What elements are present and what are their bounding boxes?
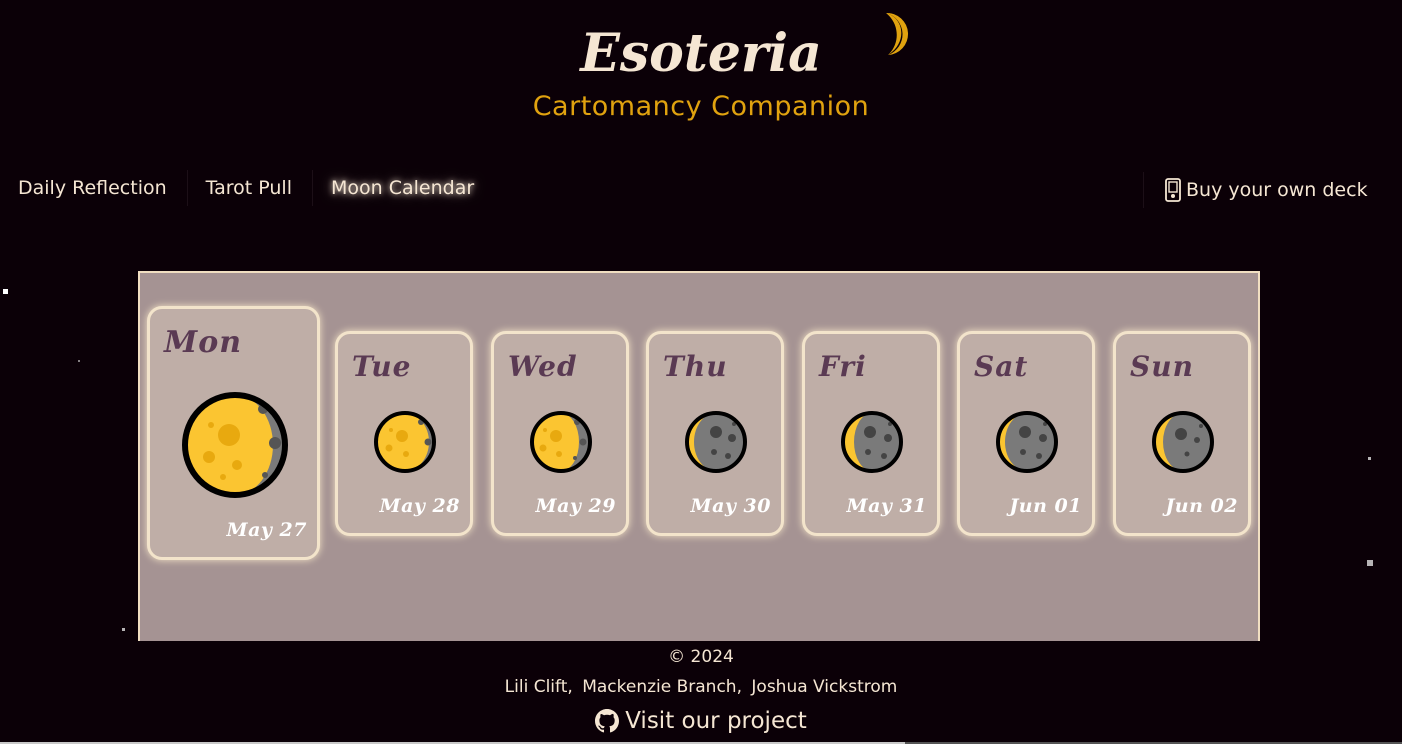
day-date: May 27 [226, 519, 307, 541]
moon-waning-gibbous-icon [530, 411, 592, 473]
day-card-wed[interactable]: Wed May 29 [491, 331, 629, 536]
day-date: May 30 [690, 495, 771, 517]
day-date: Jun 01 [1009, 495, 1082, 517]
buy-deck-label: Buy your own deck [1186, 179, 1368, 201]
day-card-thu[interactable]: Thu May 30 [646, 331, 784, 536]
moon-calendar: Mon May 27 Tue May 28 Wed May 29 Thu May… [138, 271, 1260, 641]
crescent-moon-icon [886, 12, 909, 56]
app-title: Esoteria [580, 23, 822, 84]
star [122, 628, 125, 631]
day-name: Wed [508, 350, 578, 383]
moon-waning-gibbous-icon [374, 411, 436, 473]
github-icon [595, 709, 620, 733]
nav-daily-reflection[interactable]: Daily Reflection [0, 170, 188, 206]
visit-project-label: Visit our project [625, 708, 807, 734]
day-card-sat[interactable]: Sat Jun 01 [957, 331, 1095, 536]
day-date: May 28 [379, 495, 460, 517]
visit-project-link[interactable]: Visit our project [0, 708, 1402, 734]
day-date: Jun 02 [1165, 495, 1238, 517]
moon-waning-gibbous-icon [182, 392, 288, 498]
author-name: Lili Clift [504, 677, 568, 697]
day-card-tue[interactable]: Tue May 28 [335, 331, 473, 536]
main-nav: Daily Reflection Tarot Pull Moon Calenda… [0, 170, 494, 206]
moon-waning-crescent-icon [841, 411, 903, 473]
day-name: Fri [819, 350, 867, 383]
nav-tarot-pull[interactable]: Tarot Pull [188, 170, 313, 206]
day-card-mon[interactable]: Mon May 27 [147, 306, 320, 560]
buy-deck-link[interactable]: Buy your own deck [1143, 172, 1368, 208]
day-name: Thu [663, 350, 728, 383]
star [1367, 560, 1373, 566]
moon-waning-crescent-icon [996, 411, 1058, 473]
day-date: May 31 [846, 495, 927, 517]
day-date: May 29 [535, 495, 616, 517]
authors: Lili Clift, Mackenzie Branch, Joshua Vic… [504, 677, 898, 697]
day-name: Sun [1130, 350, 1194, 383]
app-subtitle: Cartomancy Companion [532, 91, 870, 122]
star [1368, 457, 1371, 460]
moon-last-quarter-icon [685, 411, 747, 473]
author-name: Mackenzie Branch [582, 677, 737, 697]
day-name: Sat [974, 350, 1029, 383]
moon-waning-crescent-icon [1152, 411, 1214, 473]
card-icon [1165, 178, 1181, 202]
copyright: © 2024 [668, 647, 734, 667]
day-name: Mon [164, 325, 243, 360]
star [3, 289, 8, 294]
day-card-fri[interactable]: Fri May 31 [802, 331, 940, 536]
day-card-sun[interactable]: Sun Jun 02 [1113, 331, 1251, 536]
author-name: Joshua Vickstrom [751, 677, 898, 697]
day-name: Tue [352, 350, 412, 383]
star [78, 360, 80, 362]
nav-moon-calendar[interactable]: Moon Calendar [313, 170, 494, 206]
